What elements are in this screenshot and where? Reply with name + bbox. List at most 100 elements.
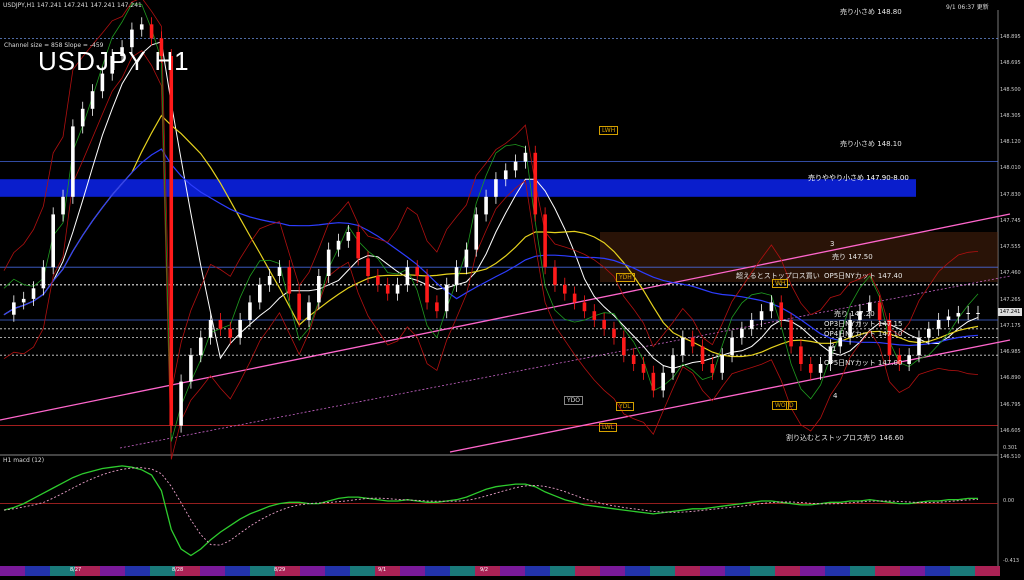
time-tick: 8/28 xyxy=(172,567,184,573)
price-tick: 147.555 xyxy=(1000,244,1021,250)
level-label-8: OP4日NYカット 147.10 xyxy=(824,330,903,338)
candle-body xyxy=(936,320,941,329)
candle-body xyxy=(681,337,685,356)
price-tick: 147.830 xyxy=(1000,191,1021,198)
candle-body xyxy=(218,320,223,329)
candle-body xyxy=(730,337,734,356)
box-lwl: LWL xyxy=(599,423,618,432)
session-strip xyxy=(125,566,150,576)
candle-body xyxy=(543,214,547,268)
candle-body xyxy=(622,337,626,356)
candle-body xyxy=(317,276,321,303)
chart-window: USDJPY,H1 147.241 147.241 147.241 147.24… xyxy=(0,0,1024,576)
candle-body xyxy=(287,267,292,294)
candle-body xyxy=(238,320,242,338)
price-tick: 147.265 xyxy=(1000,296,1021,303)
session-strip xyxy=(350,566,375,576)
candle-body xyxy=(228,328,233,338)
candle-body xyxy=(671,355,675,373)
channel-label-4: 4 xyxy=(833,392,838,400)
macd-title: H1 macd (12) xyxy=(3,457,45,464)
candle-body xyxy=(592,311,597,320)
candle-body xyxy=(356,232,360,259)
candle-body xyxy=(464,249,469,268)
session-strip xyxy=(425,566,450,576)
session-strip xyxy=(900,566,925,576)
candle-body xyxy=(169,56,174,426)
price-tick: 146.795 xyxy=(1000,401,1021,408)
session-strip xyxy=(700,566,725,576)
candle-body xyxy=(307,302,311,320)
session-strip xyxy=(825,566,850,576)
candle-body xyxy=(366,258,370,276)
session-strip xyxy=(325,566,350,576)
session-strip xyxy=(450,566,475,576)
session-strip xyxy=(300,566,325,576)
level-label-2: 売り小さめ 148.10 xyxy=(840,140,902,148)
chart-canvas xyxy=(0,0,1024,576)
candle-body xyxy=(297,293,301,320)
candle-body xyxy=(189,355,193,382)
level-label-3: 売り 147.50 xyxy=(832,253,873,261)
candle-body xyxy=(474,214,479,250)
candle-body xyxy=(720,355,725,373)
candle-body xyxy=(572,293,577,303)
candle-body xyxy=(946,316,951,320)
session-strip xyxy=(850,566,875,576)
session-strip xyxy=(100,566,125,576)
candle-body xyxy=(631,355,636,364)
candle-body xyxy=(80,108,85,127)
box-ydh: YDH xyxy=(616,273,635,282)
candle-body xyxy=(789,320,793,347)
candle-body xyxy=(749,320,754,329)
session-strip xyxy=(650,566,675,576)
band-label: 売りややり小さめ 147.90-8.00 xyxy=(808,174,909,182)
candle-body xyxy=(484,196,488,215)
candle-body xyxy=(257,284,262,303)
level-label-5: OP5日NYカット 147.40 xyxy=(824,272,903,280)
candle-body xyxy=(690,337,695,347)
candle-body xyxy=(444,284,449,312)
update-time: 9/1 06:37 更新 xyxy=(946,4,989,11)
session-strip xyxy=(25,566,50,576)
candle-body xyxy=(454,267,459,285)
candle-body xyxy=(553,267,557,285)
level-label-6: 売り 147.20 xyxy=(834,310,875,318)
candle-body xyxy=(710,364,715,373)
session-strip xyxy=(575,566,600,576)
session-strip xyxy=(925,566,950,576)
candle-body xyxy=(907,355,911,364)
time-tick: 8/29 xyxy=(274,567,286,573)
candle-body xyxy=(877,302,882,320)
candle-body xyxy=(562,284,567,294)
candle-body xyxy=(582,302,587,312)
candle-body xyxy=(415,267,420,276)
candle-body xyxy=(130,29,134,48)
price-tick: 146.985 xyxy=(1000,349,1021,355)
candle-body xyxy=(51,214,55,268)
price-tick: 148.500 xyxy=(1000,86,1021,93)
candle-body xyxy=(435,302,439,312)
candle-body xyxy=(602,320,606,329)
session-strip xyxy=(400,566,425,576)
session-strip xyxy=(625,566,650,576)
box-lwh: LWH xyxy=(599,126,619,135)
level-label-7: OP3日NYカット 147.15 xyxy=(824,320,903,328)
candle-body xyxy=(956,312,961,317)
box-d: D xyxy=(786,401,797,410)
chart-title: USDJPY H1 xyxy=(38,46,190,76)
candle-body xyxy=(336,240,341,250)
candle-body xyxy=(277,267,282,276)
candle-body xyxy=(976,312,980,314)
candle-body xyxy=(503,170,508,180)
price-tick: 147.175 xyxy=(1000,322,1021,329)
symbol-header: USDJPY,H1 147.241 147.241 147.241 147.24… xyxy=(3,2,142,9)
session-strip xyxy=(975,566,1000,576)
candle-body xyxy=(494,179,498,197)
candle-body xyxy=(139,24,144,30)
candle-body xyxy=(759,311,764,320)
channel-label-3: 3 xyxy=(830,240,835,248)
macd-axis-bottom: -0.413 xyxy=(1003,558,1020,564)
candle-body xyxy=(651,372,656,391)
candle-body xyxy=(523,152,528,162)
